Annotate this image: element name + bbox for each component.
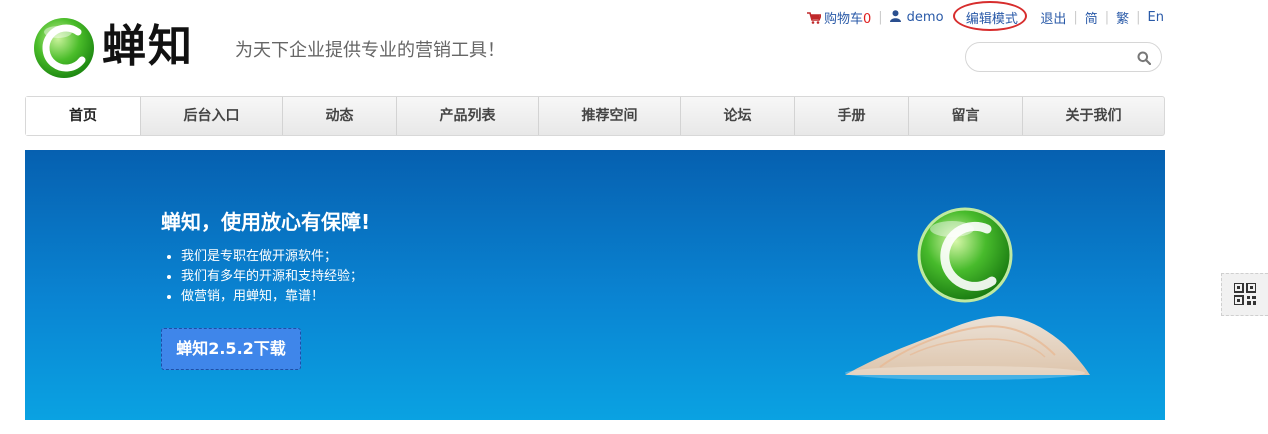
user-icon xyxy=(889,10,901,22)
banner-bullet-list: 我们是专职在做开源软件； 我们有多年的开源和支持经验； 做营销，用蝉知，靠谱！ xyxy=(167,247,363,307)
cart-label: 购物车 xyxy=(823,12,863,27)
nav-item-about[interactable]: 关于我们 xyxy=(1023,97,1164,135)
hero-banner: 蝉知，使用放心有保障! 我们是专职在做开源软件； 我们有多年的开源和支持经验； … xyxy=(25,150,1165,420)
nav-item-forum[interactable]: 论坛 xyxy=(681,97,795,135)
banner-bullet: 做营销，用蝉知，靠谱！ xyxy=(181,287,363,307)
divider: | xyxy=(1073,10,1078,25)
nav-item-messages[interactable]: 留言 xyxy=(909,97,1023,135)
nav-item-news[interactable]: 动态 xyxy=(283,97,397,135)
qr-code-button[interactable] xyxy=(1221,273,1268,316)
nav-item-admin[interactable]: 后台入口 xyxy=(141,97,283,135)
cart-count: 0 xyxy=(862,12,872,27)
top-bar: 购物车0 | demo | 编辑模式 | 退出 | 简 | 繁 | En xyxy=(806,1,1164,31)
nav-item-manual[interactable]: 手册 xyxy=(795,97,909,135)
main-nav: 首页 后台入口 动态 产品列表 推荐空间 论坛 手册 留言 关于我们 xyxy=(25,96,1165,136)
divider: | xyxy=(878,10,883,25)
site-slogan: 为天下企业提供专业的营销工具！ xyxy=(235,40,505,61)
search-icon[interactable] xyxy=(1137,51,1151,65)
edit-mode-link[interactable]: 编辑模式 xyxy=(952,1,1027,31)
divider: | xyxy=(1136,10,1141,25)
search-input[interactable] xyxy=(978,48,1132,68)
cart-link[interactable]: 购物车0 xyxy=(806,8,872,27)
user-name: demo xyxy=(906,10,944,25)
nav-item-recommended[interactable]: 推荐空间 xyxy=(539,97,681,135)
banner-title: 蝉知，使用放心有保障! xyxy=(161,210,371,234)
logo-icon xyxy=(34,18,94,78)
qr-code-icon xyxy=(1234,283,1256,305)
lang-traditional-link[interactable]: 繁 xyxy=(1116,8,1129,27)
hands-holding-logo-illustration xyxy=(845,207,1090,380)
user-link[interactable]: demo xyxy=(889,10,944,25)
divider: | xyxy=(1104,10,1110,25)
lang-simplified-link[interactable]: 简 xyxy=(1085,8,1098,27)
search-box xyxy=(965,42,1162,72)
logo-text: 蝉知 xyxy=(102,21,194,72)
banner-bullet: 我们有多年的开源和支持经验； xyxy=(181,267,363,287)
download-button[interactable]: 蝉知2.5.2下载 xyxy=(161,328,301,370)
nav-item-products[interactable]: 产品列表 xyxy=(397,97,539,135)
logout-link[interactable]: 退出 xyxy=(1040,8,1066,27)
lang-english-link[interactable]: En xyxy=(1148,10,1164,25)
banner-bullet: 我们是专职在做开源软件； xyxy=(181,247,363,267)
nav-item-home[interactable]: 首页 xyxy=(26,97,141,135)
cart-icon xyxy=(806,12,821,24)
site-logo[interactable]: 蝉知 xyxy=(28,14,228,80)
